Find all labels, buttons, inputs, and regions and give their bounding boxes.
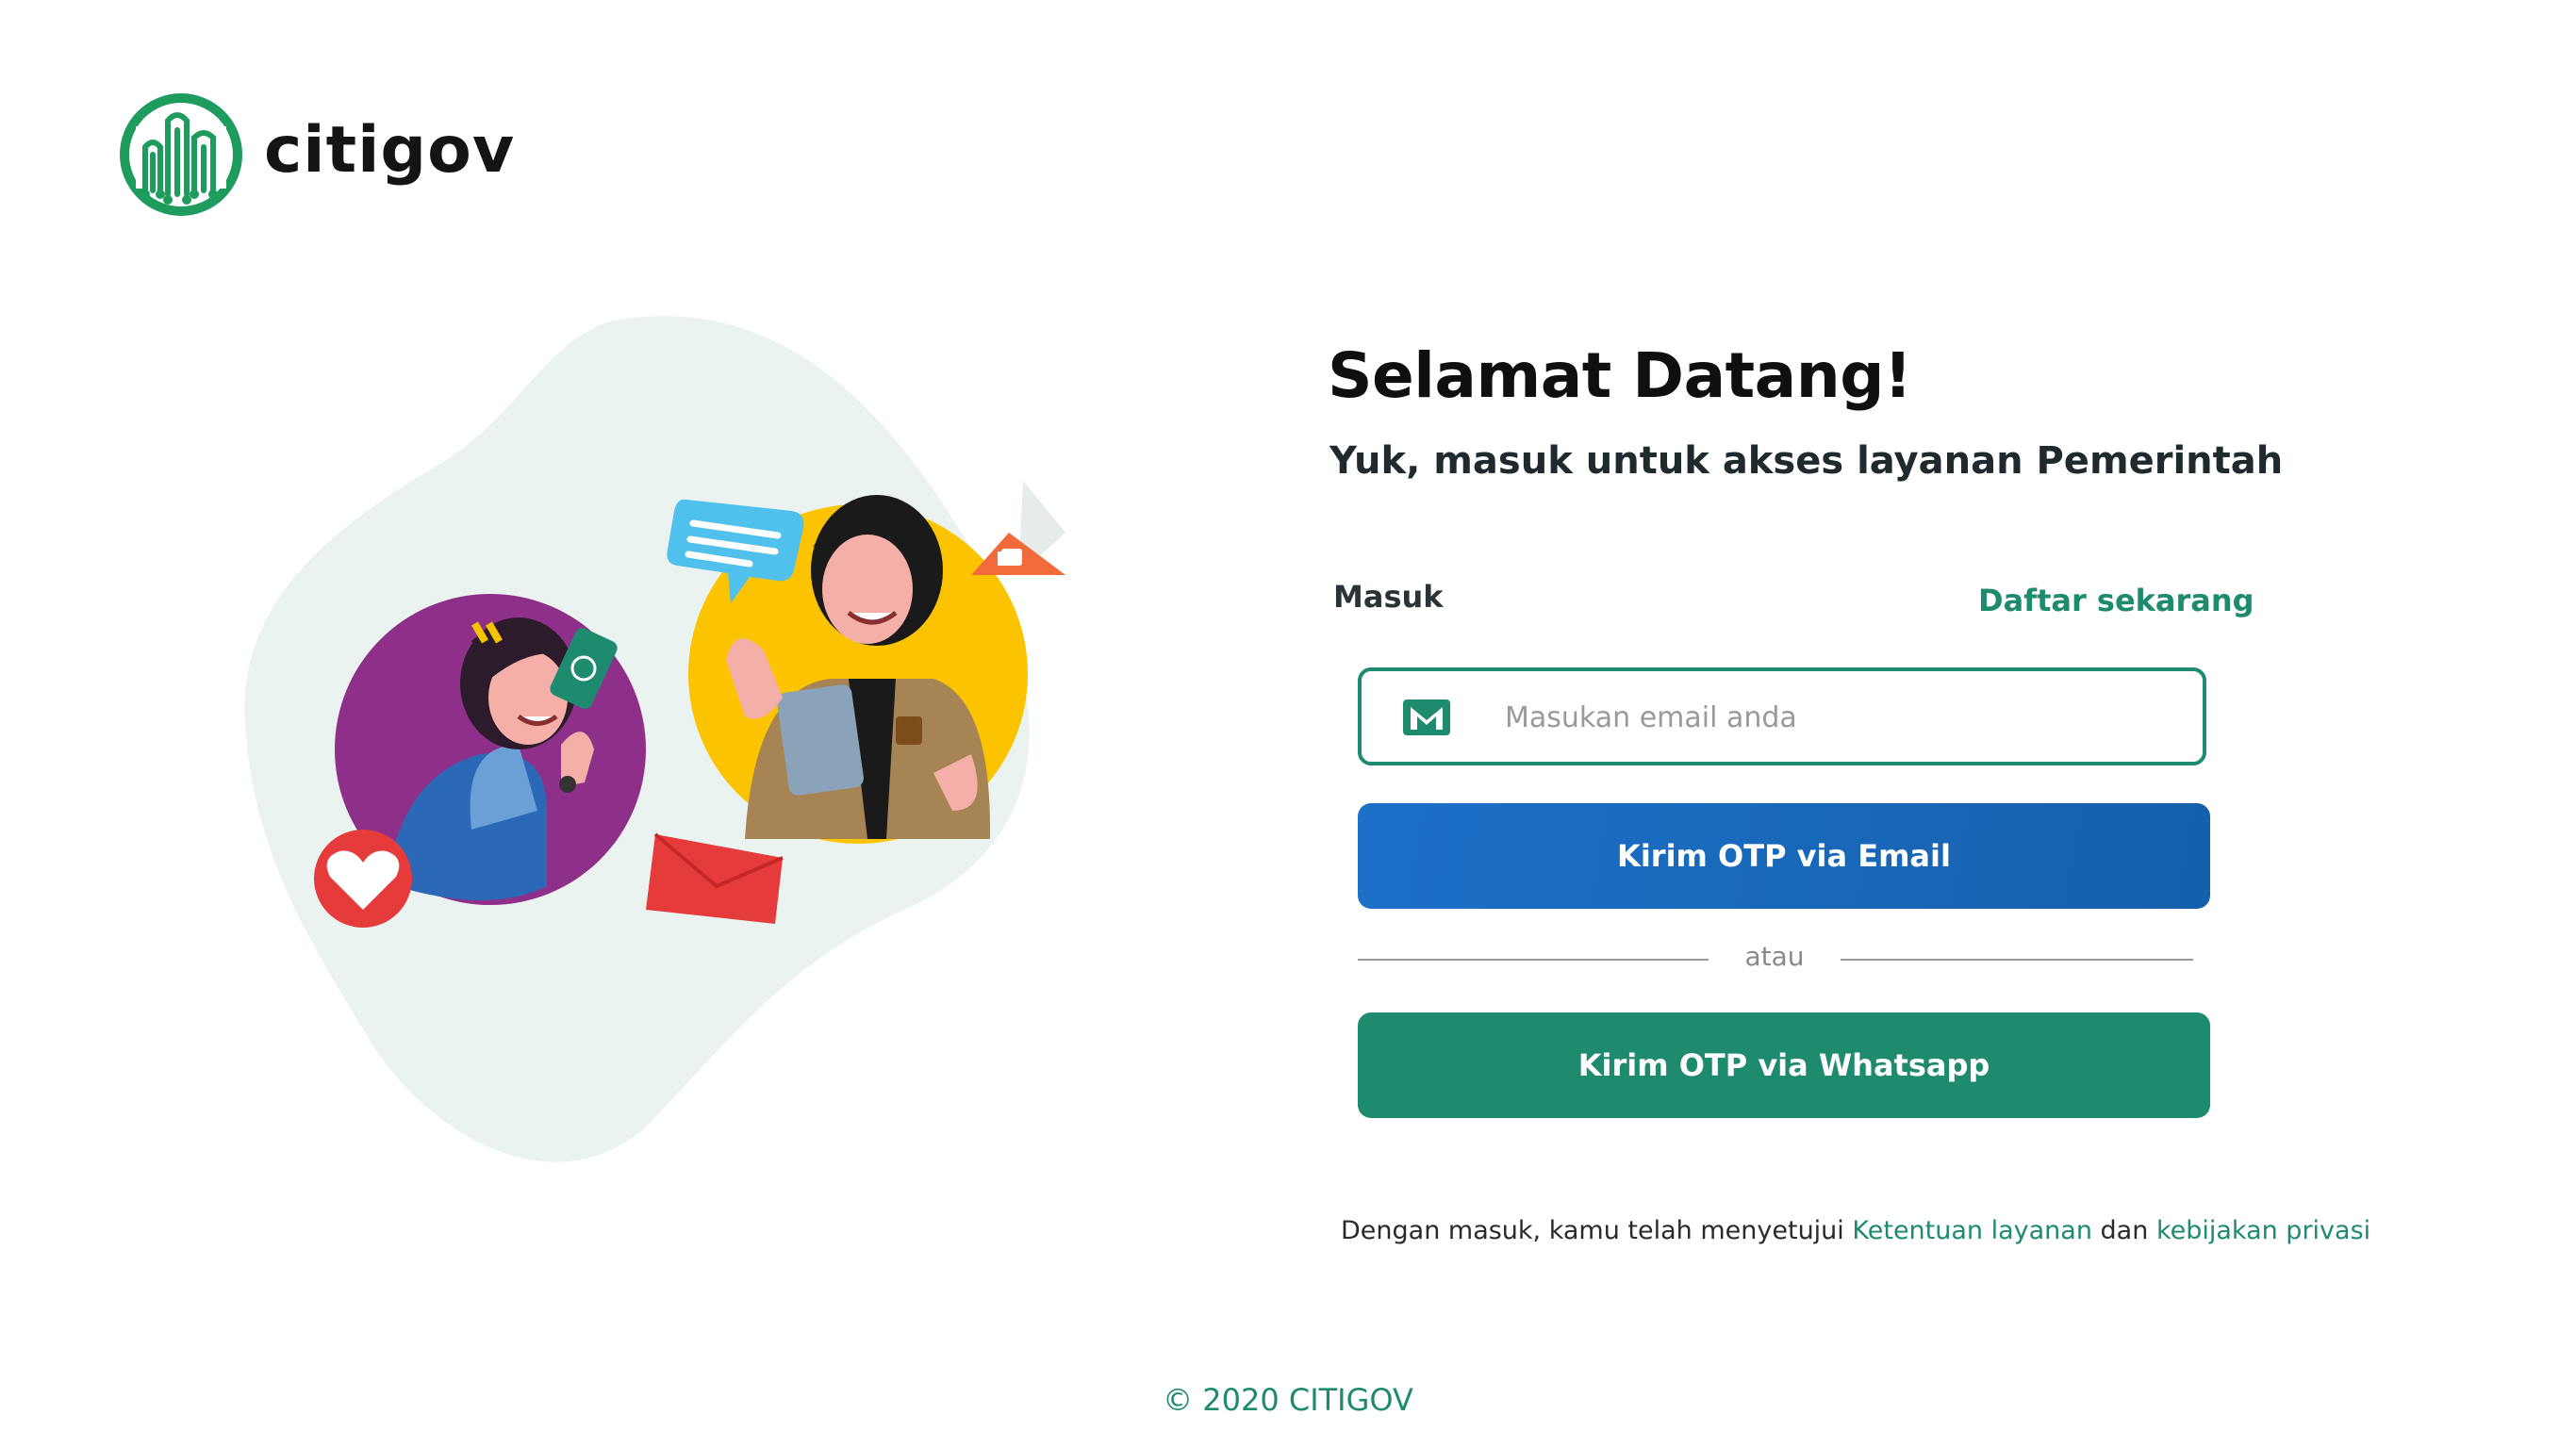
page-title: Selamat Datang!	[1328, 339, 1912, 412]
email-input[interactable]	[1503, 688, 2167, 747]
login-illustration	[244, 316, 1065, 1162]
terms-notice: Dengan masuk, kamu telah menyetujui Kete…	[1341, 1216, 2370, 1245]
footer-copyright: © 2020 CITIGOV	[1163, 1382, 1413, 1418]
privacy-policy-link[interactable]: kebijakan privasi	[2156, 1216, 2370, 1245]
terms-conj: dan	[2100, 1216, 2149, 1245]
brand-name: citigov	[264, 113, 516, 188]
tab-login[interactable]: Masuk	[1333, 579, 1444, 615]
gmail-icon	[1403, 699, 1450, 735]
thumbs-up-icon	[971, 481, 1065, 575]
city-buildings-logo-icon	[120, 93, 242, 216]
divider-label: atau	[1744, 941, 1805, 972]
register-link[interactable]: Daftar sekarang	[1978, 583, 2254, 618]
divider-line-left	[1358, 959, 1709, 961]
terms-prefix: Dengan masuk, kamu telah menyetujui	[1341, 1216, 1844, 1245]
email-field[interactable]	[1358, 667, 2206, 765]
terms-of-service-link[interactable]: Ketentuan layanan	[1852, 1216, 2092, 1245]
heart-icon	[314, 830, 412, 928]
page-subtitle: Yuk, masuk untuk akses layanan Pemerinta…	[1329, 439, 2284, 483]
send-otp-whatsapp-button[interactable]: Kirim OTP via Whatsapp	[1358, 1012, 2210, 1118]
divider-line-right	[1841, 959, 2193, 961]
send-otp-email-button[interactable]: Kirim OTP via Email	[1358, 803, 2210, 909]
